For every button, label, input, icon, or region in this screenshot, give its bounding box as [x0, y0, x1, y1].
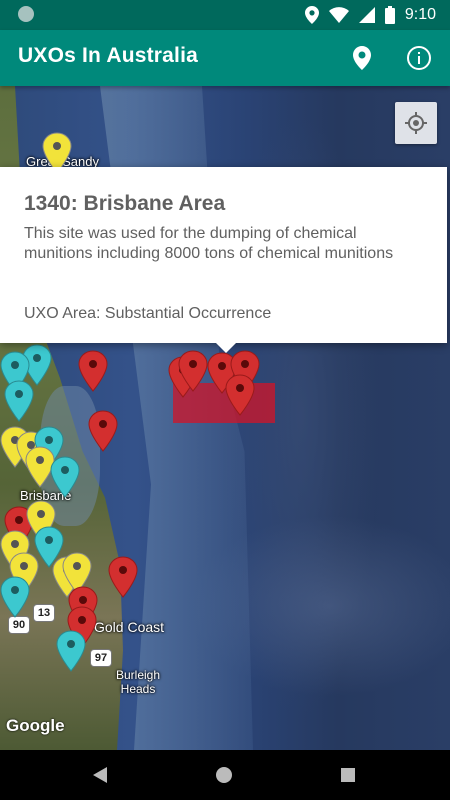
road-shield-97: 97	[90, 649, 112, 667]
map-pin-icon	[353, 46, 371, 70]
location-status-icon	[304, 6, 319, 24]
wifi-icon	[328, 7, 349, 23]
back-button[interactable]	[90, 765, 110, 785]
recents-button[interactable]	[338, 765, 358, 785]
app-title: UXOs In Australia	[18, 44, 199, 67]
status-time: 9:10	[404, 6, 436, 23]
locate-me-button[interactable]	[395, 102, 437, 144]
marker-info-window[interactable]: 1340: Brisbane Area This site was used f…	[0, 167, 447, 353]
crosshair-icon	[405, 112, 427, 134]
back-icon	[93, 767, 107, 783]
map-marker-cyan[interactable]	[50, 456, 80, 498]
home-button[interactable]	[214, 765, 234, 785]
signal-icon	[358, 7, 375, 23]
road-shield-90: 90	[8, 616, 30, 634]
map-marker-red[interactable]	[78, 350, 108, 392]
map-marker-cyan[interactable]	[4, 380, 34, 422]
map-marker-red[interactable]	[178, 350, 208, 392]
notification-icon	[18, 6, 34, 22]
home-icon	[216, 767, 232, 783]
map-marker-cyan[interactable]	[0, 576, 30, 618]
status-bar: 9:10	[0, 0, 450, 30]
info-icon	[407, 46, 431, 70]
battery-icon	[384, 6, 395, 24]
label-burleigh-heads: Burleigh Heads	[116, 668, 161, 696]
my-location-button[interactable]	[346, 42, 378, 74]
info-button[interactable]	[403, 42, 435, 74]
label-gold-coast: Gold Coast	[94, 619, 165, 635]
map-marker-cyan[interactable]	[56, 630, 86, 672]
google-logo: Google	[6, 716, 65, 735]
road-shield-13: 13	[33, 604, 55, 622]
recents-icon	[341, 768, 355, 782]
map-marker-red[interactable]	[225, 374, 255, 416]
navigation-bar	[0, 750, 450, 800]
status-icons: 9:10	[304, 4, 436, 26]
info-title: 1340: Brisbane Area	[24, 192, 226, 215]
info-area-level: UXO Area: Substantial Occurrence	[24, 305, 272, 322]
map-marker-red[interactable]	[108, 556, 138, 598]
app-bar: UXOs In Australia	[0, 30, 450, 86]
map-marker-red[interactable]	[88, 410, 118, 452]
info-description: This site was used for the dumping of ch…	[24, 225, 394, 262]
